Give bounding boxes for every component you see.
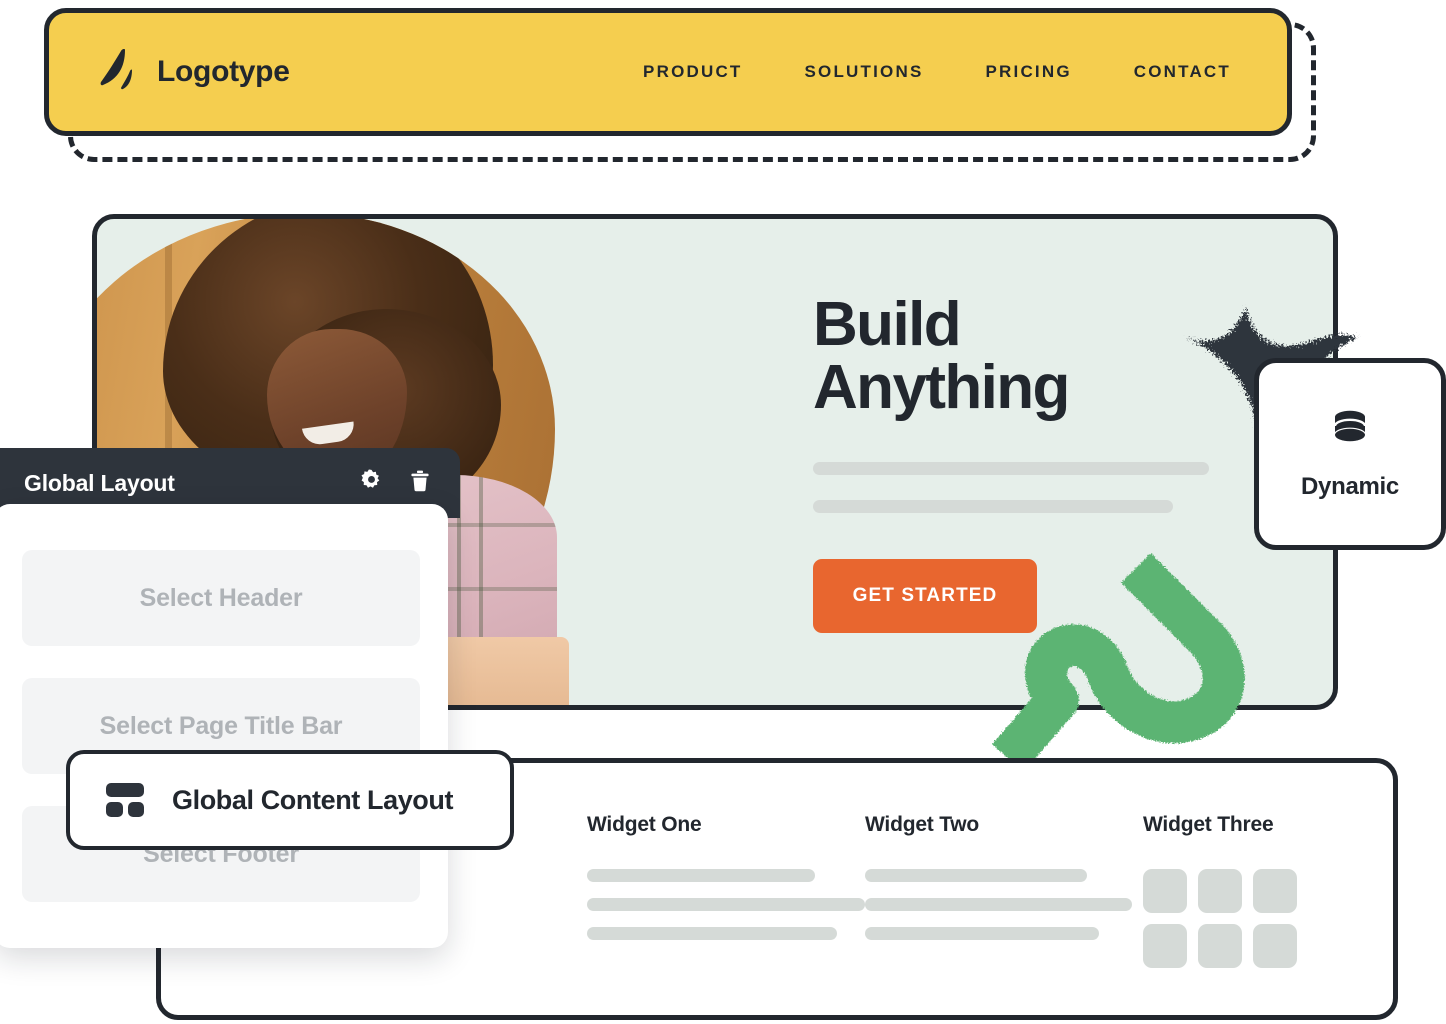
grid-cell [1143, 869, 1187, 913]
nav-link-product[interactable]: PRODUCT [643, 62, 742, 82]
widget-one-line-3 [587, 927, 838, 940]
global-layout-panel-title: Global Layout [24, 469, 175, 496]
slot-select-header[interactable]: Select Header [22, 550, 420, 646]
canvas: Logotype PRODUCT SOLUTIONS PRICING CONTA… [0, 0, 1446, 1024]
gear-icon[interactable] [359, 468, 384, 498]
widget-column-two: Widget Two [865, 813, 1143, 968]
dynamic-card[interactable]: Dynamic [1254, 358, 1446, 550]
widget-two-line-3 [865, 927, 1099, 940]
grid-cell [1143, 924, 1187, 968]
primary-nav: PRODUCT SOLUTIONS PRICING CONTACT [643, 62, 1231, 82]
trash-icon[interactable] [408, 469, 432, 498]
grid-cell [1253, 924, 1297, 968]
global-content-layout-chip[interactable]: Global Content Layout [66, 750, 514, 850]
grid-cell [1198, 869, 1242, 913]
widget-two-title: Widget Two [865, 813, 980, 836]
global-layout-panel-body: Select Header Select Page Title Bar Sele… [0, 504, 448, 948]
dynamic-card-label: Dynamic [1301, 473, 1399, 500]
nav-link-contact[interactable]: CONTACT [1134, 62, 1231, 82]
widget-column-one: Widget One [587, 813, 865, 968]
widget-three-title: Widget Three [1143, 813, 1274, 836]
widget-one-title: Widget One [587, 813, 702, 836]
layout-blocks-icon [106, 783, 144, 817]
widget-two-line-1 [865, 869, 1088, 882]
global-content-layout-label: Global Content Layout [172, 784, 454, 815]
global-layout-panel: Global Layout Select Header Select Page … [0, 448, 460, 948]
nav-link-pricing[interactable]: PRICING [986, 62, 1072, 82]
widget-three-grid [1143, 869, 1421, 968]
site-navbar: Logotype PRODUCT SOLUTIONS PRICING CONTA… [44, 8, 1292, 136]
brand[interactable]: Logotype [99, 48, 290, 95]
hero-placeholder-line-2 [813, 500, 1173, 513]
grid-cell [1198, 924, 1242, 968]
hero-title: Build Anything [813, 290, 1070, 423]
widget-one-line-2 [587, 898, 865, 911]
global-layout-panel-actions [359, 468, 432, 498]
hero-title-line-2: Anything [813, 353, 1070, 423]
widget-one-line-1 [587, 869, 815, 882]
green-squiggle-decoration [992, 553, 1245, 762]
leaf-logo-icon [99, 48, 141, 95]
widget-column-three: Widget Three [1143, 813, 1421, 968]
grid-cell [1253, 869, 1297, 913]
brand-name: Logotype [157, 55, 290, 88]
nav-link-solutions[interactable]: SOLUTIONS [805, 62, 924, 82]
widget-two-line-2 [865, 898, 1132, 911]
widgets-row: Widget One Widget Two Widget Three [587, 813, 1421, 968]
database-icon [1328, 407, 1372, 451]
hero-placeholder-line-1 [813, 462, 1209, 475]
hero-title-line-1: Build [813, 290, 962, 359]
